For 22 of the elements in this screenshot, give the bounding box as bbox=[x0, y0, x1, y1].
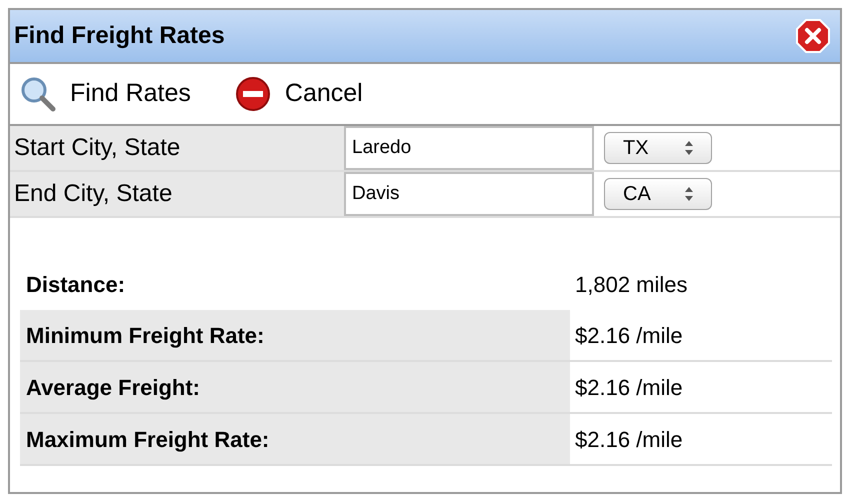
city-input[interactable]: Davis bbox=[344, 172, 594, 216]
result-label: Distance: bbox=[25, 270, 126, 298]
stepper-icon bbox=[685, 141, 693, 155]
result-value: 1,802 miles bbox=[574, 270, 689, 298]
field-label: End City, State bbox=[10, 172, 344, 216]
result-label: Average Freight: bbox=[20, 362, 570, 412]
field-label: Start City, State bbox=[10, 126, 344, 170]
find-rates-button[interactable]: Find Rates bbox=[20, 75, 191, 113]
city-input[interactable]: Laredo bbox=[344, 126, 594, 170]
result-label: Maximum Freight Rate: bbox=[20, 414, 570, 464]
state-dropdown[interactable]: CA bbox=[604, 178, 712, 210]
result-value: $2.16 /mile bbox=[574, 374, 684, 402]
stepper-icon bbox=[685, 187, 693, 201]
close-icon[interactable] bbox=[796, 19, 830, 53]
state-dropdown[interactable]: TX bbox=[604, 132, 712, 164]
search-icon bbox=[20, 76, 56, 112]
minus-icon bbox=[234, 76, 271, 112]
result-value: $2.16 /mile bbox=[574, 426, 684, 454]
cancel-button[interactable]: Cancel bbox=[234, 75, 363, 113]
result-value: $2.16 /mile bbox=[574, 322, 684, 350]
result-label: Minimum Freight Rate: bbox=[20, 310, 570, 360]
window-title: Find Freight Rates bbox=[14, 21, 225, 51]
